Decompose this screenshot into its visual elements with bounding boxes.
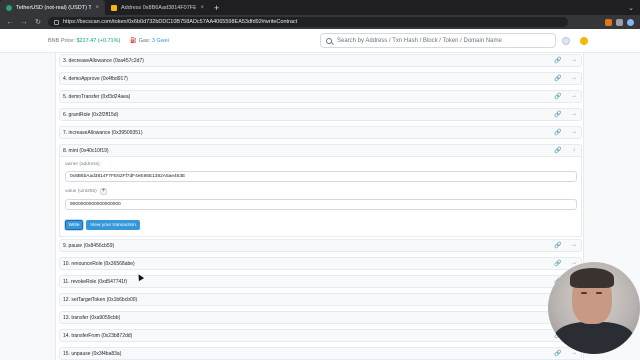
function-label: 3. decreaseAllowance (0xa457c2d7) [63, 57, 144, 64]
value-input[interactable]: 9000000000000000000 [65, 199, 577, 210]
function-row-mint[interactable]: 8. mint (0x40c10f19) 🔗 ↓ [59, 144, 582, 157]
arrow-right-icon[interactable]: → [570, 242, 578, 249]
function-row-decreaseallowance[interactable]: 3. decreaseAllowance (0xa457c2d7) 🔗 → [59, 54, 582, 67]
owner-address-input[interactable]: 0x8B6bAad3814F7FE62Ff7dF4eE66E1382A5ae46… [65, 171, 577, 182]
link-icon[interactable]: 🔗 [554, 147, 562, 154]
function-row-unpause[interactable]: 15. unpause (0x3f4ba83a) 🔗→ [59, 347, 582, 360]
bnb-price-value[interactable]: $217.47 (+0.71%) [76, 38, 120, 44]
gas-icon: ⛽ [130, 37, 138, 44]
view-transaction-button[interactable]: View your transaction [86, 220, 140, 230]
presenter-eye [596, 292, 602, 294]
arrow-down-icon[interactable]: ↓ [570, 147, 578, 154]
bscscan-icon [111, 4, 117, 11]
presenter-body [554, 322, 634, 354]
reload-icon[interactable]: ↻ [34, 18, 42, 26]
arrow-right-icon[interactable]: → [570, 111, 578, 118]
plus-button[interactable]: + [100, 188, 107, 195]
function-row-transferfrom[interactable]: 14. transferFrom (0x23b872dd) 🔗→ [59, 329, 582, 342]
close-tab-icon[interactable]: × [200, 5, 204, 11]
bnb-price-label: BNB Price: [48, 37, 75, 44]
function-label: 15. unpause (0x3f4ba83a) [63, 350, 122, 357]
tether-icon [6, 4, 12, 11]
link-icon[interactable]: 🔗 [554, 111, 562, 118]
owner-label: owner (address) [65, 162, 100, 167]
arrow-right-icon[interactable]: → [570, 57, 578, 64]
function-row-transfer[interactable]: 13. transfer (0xa9059cbb) 🔗→ [59, 311, 582, 324]
gas-price: ⛽ Gas: 3 Gwei [130, 38, 169, 44]
presenter-eye [581, 292, 587, 294]
arrow-right-icon[interactable]: → [570, 129, 578, 136]
function-label: 8. mint (0x40c10f19) [63, 147, 109, 154]
gas-value[interactable]: 3 Gwei [152, 38, 169, 44]
search-placeholder: Search by Address / Txn Hash / Block / T… [337, 37, 502, 44]
function-label: 7. increaseAllowance (0x39509351) [63, 129, 143, 136]
webcam-overlay [548, 262, 640, 354]
link-icon[interactable]: 🔗 [554, 242, 562, 249]
link-icon[interactable]: 🔗 [554, 260, 562, 267]
search-icon [326, 37, 332, 44]
function-label: 12. setTargetToken (0x1b6bcb00) [63, 296, 138, 303]
function-label: 13. transfer (0xa9059cbb) [63, 314, 121, 321]
tab-search-icon[interactable]: ⌄ [628, 4, 634, 12]
function-label: 5. demoTransfer (0xf3d24aea) [63, 93, 131, 100]
write-contract-panel: 3. decreaseAllowance (0xa457c2d7) 🔗 → 4. … [55, 53, 584, 360]
function-label: 6. grantRole (0x2f2ff15d) [63, 111, 119, 118]
bnb-logo-icon[interactable] [580, 37, 588, 45]
puzzle-icon[interactable] [616, 18, 623, 26]
url-text: https://bscscan.com/token/0x6b0d732bDDC1… [63, 19, 298, 25]
tab-address[interactable]: Address 0x8B6Aad3814F07FE62F × [105, 0, 210, 15]
tab-title: TetherUSD (not-real) (USDT) To [16, 4, 92, 11]
function-label: 11. revokeRole (0xd547741f) [63, 278, 128, 285]
arrow-right-icon[interactable]: → [570, 93, 578, 100]
search-input[interactable]: Search by Address / Txn Hash / Block / T… [320, 33, 556, 48]
function-row-renouncerole[interactable]: 10. renounceRole (0x36568abe) 🔗 → [59, 257, 582, 270]
tab-title: Address 0x8B6Aad3814F07FE62F [121, 4, 197, 11]
link-icon[interactable]: 🔗 [554, 93, 562, 100]
bnb-price: BNB Price: $217.47 (+0.71%) [48, 38, 120, 44]
function-label: 9. pause (0x8456cb59) [63, 242, 115, 249]
function-row-pause[interactable]: 9. pause (0x8456cb59) 🔗 → [59, 239, 582, 252]
address-bar[interactable]: https://bscscan.com/token/0x6b0d732bDDC1… [48, 17, 568, 27]
close-tab-icon[interactable]: × [95, 5, 99, 11]
function-row-demotransfer[interactable]: 5. demoTransfer (0xf3d24aea) 🔗 → [59, 90, 582, 103]
extensions [605, 18, 634, 26]
theme-toggle-icon[interactable] [562, 37, 570, 45]
function-row-grantrole[interactable]: 6. grantRole (0x2f2ff15d) 🔗 → [59, 108, 582, 121]
forward-icon[interactable]: → [20, 19, 28, 26]
function-label: 4. demoApprove (0x4fbd917) [63, 75, 128, 82]
metamask-icon[interactable] [605, 18, 612, 26]
mint-form: owner (address) 0x8B6bAad3814F7FE62Ff7dF… [59, 157, 582, 237]
function-row-demoapprove[interactable]: 4. demoApprove (0x4fbd917) 🔗 → [59, 72, 582, 85]
link-icon[interactable]: 🔗 [554, 75, 562, 82]
link-icon[interactable]: 🔗 [554, 129, 562, 136]
lock-icon [54, 19, 59, 25]
function-label: 14. transferFrom (0x23b872dd) [63, 332, 133, 339]
tab-token[interactable]: TetherUSD (not-real) (USDT) To × [0, 0, 105, 15]
write-button[interactable]: Write [65, 220, 83, 230]
presenter-hair [570, 268, 614, 288]
value-label: value (uint256) [65, 189, 97, 194]
browser-tab-bar: TetherUSD (not-real) (USDT) To × Address… [0, 0, 640, 15]
profile-icon[interactable] [627, 18, 634, 26]
function-row-settargettoken[interactable]: 12. setTargetToken (0x1b6bcb00) 🔗→ [59, 293, 582, 306]
browser-toolbar: ← → ↻ https://bscscan.com/token/0x6b0d73… [0, 15, 640, 29]
back-icon[interactable]: ← [6, 19, 14, 26]
arrow-right-icon[interactable]: → [570, 75, 578, 82]
function-row-increaseallowance[interactable]: 7. increaseAllowance (0x39509351) 🔗 → [59, 126, 582, 139]
new-tab-button[interactable]: + [214, 3, 219, 13]
gas-label: Gas: [138, 37, 151, 44]
site-header: BNB Price: $217.47 (+0.71%) ⛽ Gas: 3 Gwe… [0, 29, 640, 53]
function-label: 10. renounceRole (0x36568abe) [63, 260, 135, 267]
link-icon[interactable]: 🔗 [554, 57, 562, 64]
